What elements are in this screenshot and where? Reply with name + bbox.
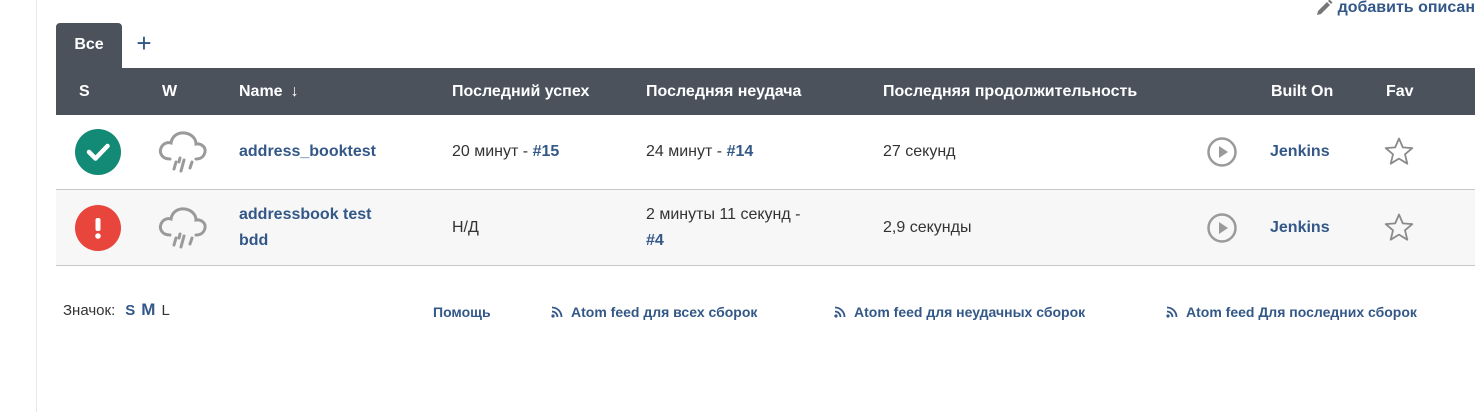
- icon-size-l: L: [161, 301, 170, 319]
- add-description-link[interactable]: добавить описан: [1314, 0, 1475, 20]
- weather-cell: [156, 190, 210, 265]
- icon-size-m[interactable]: M: [141, 300, 155, 320]
- built-on-cell: Jenkins: [1270, 115, 1330, 189]
- status-cell: [75, 190, 121, 265]
- last-success-time: 20 минут -: [452, 143, 533, 160]
- play-build-icon[interactable]: [1206, 136, 1238, 168]
- icon-size-legend: Значок: S M L: [63, 300, 170, 320]
- last-failure-time: 24 минут -: [646, 143, 727, 160]
- table-header: S W Name ↓ Последний успех Последняя неу…: [56, 68, 1475, 115]
- page-footer: Значок: S M L Помощь Atom feed для всех …: [63, 300, 1463, 324]
- last-failure-cell: 2 минуты 11 секунд - #4: [646, 190, 800, 265]
- help-label: Помощь: [433, 304, 491, 320]
- column-header-weather[interactable]: W: [162, 68, 177, 115]
- job-name-line-1: addressbook test: [239, 205, 372, 223]
- success-check-icon: [75, 129, 121, 175]
- last-success-cell: Н/Д: [452, 218, 479, 236]
- last-failure-cell: 24 минут - #14: [646, 115, 753, 189]
- column-header-name-label: Name: [239, 82, 283, 100]
- job-name-line-2: bdd: [239, 231, 269, 249]
- play-build-icon[interactable]: [1206, 212, 1238, 244]
- last-failure-build-link[interactable]: #14: [727, 143, 754, 161]
- atom-feed-all-label: Atom feed для всех сборок: [571, 304, 758, 320]
- job-name-cell: addressbook test bdd: [239, 190, 371, 265]
- projects-table: S W Name ↓ Последний успех Последняя неу…: [56, 68, 1475, 266]
- build-now-cell: [1206, 115, 1238, 189]
- last-failure-time: 2 минуты 11 секунд -: [646, 205, 801, 223]
- status-cell: [75, 115, 121, 189]
- fav-cell: [1383, 190, 1415, 265]
- table-row: addressbook test bdd Н/Д 2 минуты 11 сек…: [56, 190, 1475, 266]
- rss-icon: [834, 306, 846, 318]
- atom-feed-latest-link[interactable]: Atom feed Для последних сборок: [1166, 300, 1417, 324]
- left-sidebar-edge: [0, 0, 37, 412]
- table-row: address_booktest 20 минут - #15 24 минут…: [56, 115, 1475, 190]
- icon-size-s[interactable]: S: [125, 302, 135, 319]
- built-on-node-link[interactable]: Jenkins: [1270, 139, 1330, 165]
- last-success-cell: 20 минут - #15: [452, 115, 559, 189]
- rain-cloud-icon: [158, 131, 207, 173]
- atom-feed-all-link[interactable]: Atom feed для всех сборок: [551, 300, 757, 324]
- column-header-last-success[interactable]: Последний успех: [452, 68, 589, 115]
- atom-feed-failed-link[interactable]: Atom feed для неудачных сборок: [834, 300, 1085, 324]
- column-header-last-duration[interactable]: Последняя продолжительность: [883, 68, 1137, 115]
- last-success-build-link[interactable]: #15: [533, 143, 560, 161]
- built-on-cell: Jenkins: [1270, 190, 1330, 265]
- failure-exclamation-icon: [75, 204, 121, 251]
- atom-feed-latest-label: Atom feed Для последних сборок: [1186, 304, 1417, 320]
- sort-arrow-icon: ↓: [290, 82, 299, 100]
- job-name-cell: address_booktest: [239, 115, 376, 189]
- weather-cell: [156, 115, 210, 189]
- rss-icon: [1166, 306, 1178, 318]
- last-duration-cell: 27 секунд: [883, 143, 956, 160]
- fav-cell: [1383, 115, 1415, 189]
- job-link-address-booktest[interactable]: address_booktest: [239, 139, 376, 165]
- rss-icon: [551, 306, 563, 318]
- atom-feed-failed-label: Atom feed для неудачных сборок: [854, 304, 1086, 320]
- icon-size-label: Значок:: [63, 301, 116, 319]
- add-view-button[interactable]: +: [122, 23, 166, 68]
- last-failure-build-link[interactable]: #4: [646, 228, 800, 254]
- column-header-status[interactable]: S: [79, 68, 90, 115]
- built-on-node-link[interactable]: Jenkins: [1270, 215, 1330, 241]
- add-description-label: добавить описан: [1337, 0, 1475, 16]
- column-header-fav[interactable]: Fav: [1386, 68, 1414, 115]
- help-link[interactable]: Помощь: [433, 300, 491, 324]
- column-header-built-on[interactable]: Built On: [1271, 68, 1333, 115]
- job-link-addressbook-test-bdd[interactable]: addressbook test bdd: [239, 202, 371, 254]
- view-tabs: Все +: [56, 23, 166, 68]
- tab-all[interactable]: Все: [56, 23, 122, 68]
- star-icon[interactable]: [1383, 212, 1415, 244]
- pencil-icon: [1316, 0, 1333, 15]
- column-header-last-failure[interactable]: Последняя неудача: [646, 68, 801, 115]
- last-duration-cell: 2,9 секунды: [883, 218, 972, 236]
- star-icon[interactable]: [1383, 136, 1415, 168]
- rain-cloud-icon: [158, 206, 207, 248]
- build-now-cell: [1206, 190, 1238, 265]
- column-header-name[interactable]: Name ↓: [239, 68, 299, 115]
